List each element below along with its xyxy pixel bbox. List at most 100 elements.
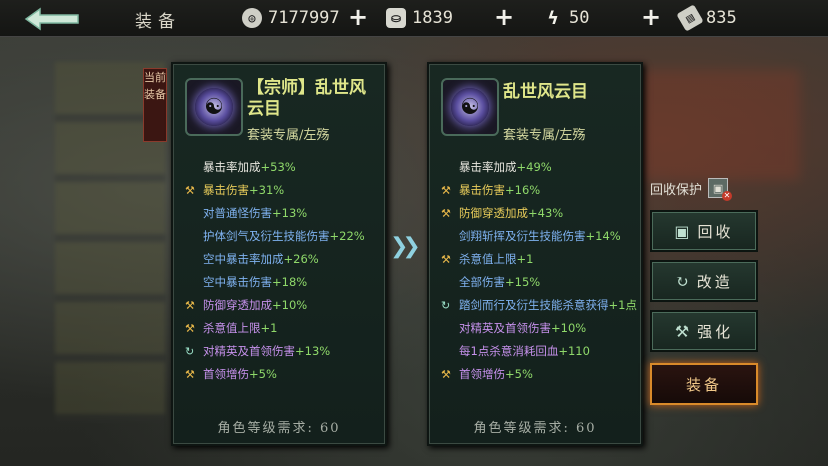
attribute-row: 护体剑气及衍生技能伤害+22%: [183, 225, 383, 248]
attribute-row: 全部伤害+15%: [439, 271, 639, 294]
box-icon: ▣: [674, 221, 690, 241]
equip-label: 装备: [685, 375, 722, 394]
attribute-value: +1点: [608, 298, 637, 312]
attribute-value: +10%: [272, 298, 308, 312]
attribute-value: +22%: [329, 229, 365, 243]
attribute-label: 防御穿透加成: [203, 298, 272, 312]
attribute-value: +10%: [551, 321, 587, 335]
recycle-label: 回收: [697, 222, 734, 241]
attribute-row: ⚒ 首领增伤+5%: [183, 363, 383, 386]
item-icon: ☯: [441, 78, 499, 136]
protection-checkbox[interactable]: ▣ ✕: [708, 178, 733, 201]
refresh-icon: ↻: [441, 299, 451, 312]
attribute-label: 踏剑而行及衍生技能杀意获得: [459, 298, 609, 312]
equip-button[interactable]: 装备: [650, 363, 758, 405]
reforge-button[interactable]: ↻ 改造: [650, 260, 758, 302]
level-requirement: 角色等级需求: 60: [473, 421, 597, 436]
item-name: 【宗师】乱世风云目: [247, 78, 366, 119]
enhance-button[interactable]: ⚒ 强化: [650, 310, 758, 352]
enhance-label: 强化: [697, 322, 734, 341]
attribute-row: 对精英及首领伤害+10%: [439, 317, 639, 340]
yin-yang-icon: ☯: [451, 88, 489, 126]
attribute-label: 杀意值上限: [203, 321, 261, 335]
attribute-label: 首领增伤: [203, 367, 249, 381]
current-item-panel: ☯ 【宗师】乱世风云目 套装专属/左殇 暴击率加成+53% ⚒ 暴击伤害+31% 对普…: [171, 62, 387, 446]
hammer-icon: ⚒: [185, 322, 195, 335]
hammer-icon: ⚒: [185, 368, 195, 381]
reforge-label: 改造: [696, 272, 733, 291]
attribute-value: +15%: [505, 275, 541, 289]
attribute-label: 暴击率加成: [459, 160, 517, 174]
attribute-row: 剑翔斩挥及衍生技能伤害+14%: [439, 225, 639, 248]
item-subtitle: 套装专属/左殇: [503, 128, 586, 143]
item-icon: ☯: [185, 78, 243, 136]
attribute-value: +43%: [528, 206, 564, 220]
background-decoration: [640, 70, 800, 180]
top-bar: 装备 ◎ 7177997 + ⛀ 1839 + ϟ 50 + ▤ 835: [0, 0, 828, 37]
new-item-panel: ☯ 乱世风云目 套装专属/左殇 暴击率加成+49% ⚒ 暴击伤害+16% ⚒ 防御穿透加…: [427, 62, 643, 446]
level-requirement: 角色等级需求: 60: [217, 421, 341, 436]
hammer-icon: ⚒: [441, 368, 451, 381]
attribute-label: 杀意值上限: [459, 252, 517, 266]
hammer-icon: ⚒: [185, 184, 195, 197]
add-silver-button[interactable]: +: [494, 5, 514, 29]
attribute-row: ⚒ 暴击伤害+31%: [183, 179, 383, 202]
attribute-value: +16%: [505, 183, 541, 197]
recycle-button[interactable]: ▣ 回收: [650, 210, 758, 252]
energy-value: 50: [569, 8, 590, 28]
attribute-row: ⚒ 杀意值上限+1: [439, 248, 639, 271]
recycle-protection-toggle[interactable]: 回收保护 ▣ ✕: [650, 178, 733, 201]
energy-counter: ϟ 50: [543, 6, 590, 30]
attribute-value: +14%: [585, 229, 621, 243]
add-energy-button[interactable]: +: [641, 5, 661, 29]
attribute-row: ↻ 对精英及首领伤害+13%: [183, 340, 383, 363]
attribute-row: 空中暴击率加成+26%: [183, 248, 383, 271]
attribute-value: +26%: [283, 252, 319, 266]
hammer-icon: ⚒: [441, 184, 451, 197]
attribute-value: +1: [516, 252, 534, 266]
attribute-row: ⚒ 首领增伤+5%: [439, 363, 639, 386]
ticket-counter: ▤ 835: [676, 4, 737, 32]
hammer-icon: ⚒: [674, 321, 690, 341]
add-coin-button[interactable]: +: [348, 5, 368, 29]
attribute-label: 全部伤害: [459, 275, 505, 289]
silver-ingot-icon: ⛀: [386, 8, 406, 28]
attribute-value: +13%: [295, 344, 331, 358]
attribute-label: 空中暴击率加成: [203, 252, 284, 266]
ticket-icon: ▤: [676, 4, 704, 32]
attribute-row: ⚒ 杀意值上限+1: [183, 317, 383, 340]
coin-icon: ◎: [242, 8, 262, 28]
refresh-icon: ↻: [185, 345, 195, 358]
energy-icon: ϟ: [547, 7, 559, 29]
attribute-row: 空中暴击伤害+18%: [183, 271, 383, 294]
attribute-row: 暴击率加成+49%: [439, 156, 639, 179]
attribute-row: ⚒ 暴击伤害+16%: [439, 179, 639, 202]
attribute-row: ⚒ 防御穿透加成+43%: [439, 202, 639, 225]
item-name: 乱世风云目: [503, 82, 588, 102]
coin-counter: ◎ 7177997: [242, 6, 340, 30]
attribute-row: 对普通怪伤害+13%: [183, 202, 383, 225]
item-header: ☯ 乱世风云目 套装专属/左殇: [429, 64, 641, 146]
attribute-label: 空中暴击伤害: [203, 275, 272, 289]
page-title: 装备: [135, 12, 181, 32]
attribute-label: 暴击伤害: [459, 183, 505, 197]
attribute-label: 首领增伤: [459, 367, 505, 381]
attribute-list: 暴击率加成+49% ⚒ 暴击伤害+16% ⚒ 防御穿透加成+43% 剑翔斩挥及衍生技能伤害…: [439, 156, 639, 386]
back-arrow-icon[interactable]: [22, 6, 82, 32]
current-equipped-tag: 当前装备: [143, 68, 167, 142]
hammer-icon: ⚒: [441, 207, 451, 220]
protect-label: 回收保护: [650, 182, 703, 198]
silver-counter: ⛀ 1839: [386, 6, 453, 30]
attribute-value: +1: [260, 321, 278, 335]
attribute-row: ↻ 踏剑而行及衍生技能杀意获得+1点: [439, 294, 639, 317]
attribute-value: +53%: [260, 160, 296, 174]
attribute-row: 暴击率加成+53%: [183, 156, 383, 179]
attribute-label: 剑翔斩挥及衍生技能伤害: [459, 229, 586, 243]
attribute-row: 每1点杀意消耗回血+110: [439, 340, 639, 363]
attribute-label: 对普通怪伤害: [203, 206, 272, 220]
attribute-label: 对精英及首领伤害: [203, 344, 295, 358]
attribute-label: 暴击伤害: [203, 183, 249, 197]
attribute-value: +110: [558, 344, 590, 358]
close-icon: ✕: [722, 191, 733, 201]
attribute-row: ⚒ 防御穿透加成+10%: [183, 294, 383, 317]
